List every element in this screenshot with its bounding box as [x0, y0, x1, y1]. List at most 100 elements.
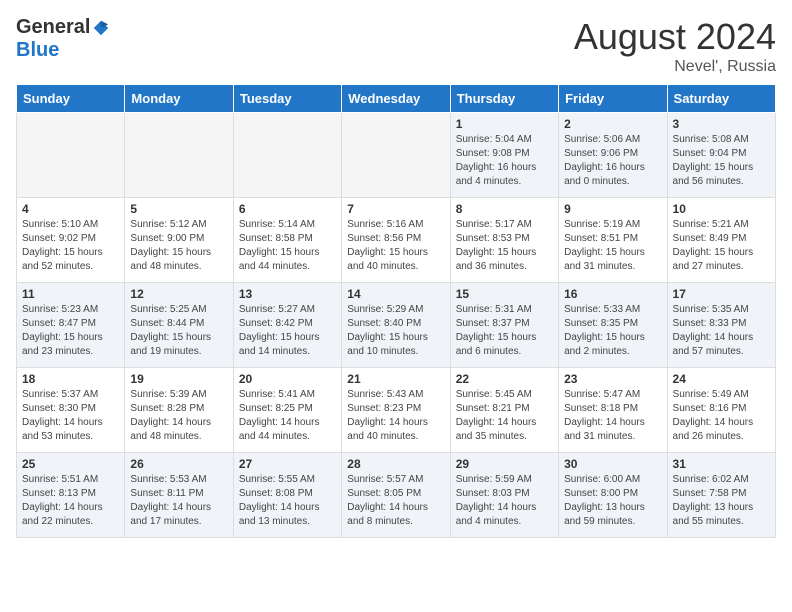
cell-content: Sunrise: 5:59 AM Sunset: 8:03 PM Dayligh… [456, 473, 553, 529]
day-number: 5 [130, 202, 227, 216]
calendar-cell: 1Sunrise: 5:04 AM Sunset: 9:08 PM Daylig… [450, 113, 558, 198]
cell-content: Sunrise: 5:53 AM Sunset: 8:11 PM Dayligh… [130, 473, 227, 529]
weekday-header-monday: Monday [125, 85, 233, 113]
weekday-header-thursday: Thursday [450, 85, 558, 113]
calendar-cell: 2 Sunrise: 5:06 AM Sunset: 9:06 PM Daylig… [559, 113, 667, 198]
calendar-week-row: 25 Sunrise: 5:51 AM Sunset: 8:13 PM Dayli… [17, 453, 776, 538]
month-year-title: August 2024 [574, 16, 776, 58]
calendar-cell: 22 Sunrise: 5:45 AM Sunset: 8:21 PM Dayli… [450, 368, 558, 453]
day-number: 20 [239, 372, 336, 386]
calendar-cell: 15Sunrise: 5:31 AM Sunset: 8:37 PM Dayli… [450, 283, 558, 368]
day-number: 27 [239, 457, 336, 471]
cell-content: Sunrise: 5:55 AM Sunset: 8:08 PM Dayligh… [239, 473, 336, 529]
day-number: 3 [673, 117, 770, 131]
cell-content: Sunrise: 5:57 AM Sunset: 8:05 PM Dayligh… [347, 473, 444, 529]
cell-content: Sunrise: 5:23 AM Sunset: 8:47 PM Dayligh… [22, 303, 119, 359]
day-number: 10 [673, 202, 770, 216]
calendar-cell: 4 Sunrise: 5:10 AM Sunset: 9:02 PM Daylig… [17, 198, 125, 283]
cell-content: Sunrise: 5:49 AM Sunset: 8:16 PM Dayligh… [673, 388, 770, 444]
day-number: 13 [239, 287, 336, 301]
calendar-cell: 5 Sunrise: 5:12 AM Sunset: 9:00 PM Daylig… [125, 198, 233, 283]
cell-content: Sunrise: 5:47 AM Sunset: 8:18 PM Dayligh… [564, 388, 661, 444]
day-number: 30 [564, 457, 661, 471]
day-number: 19 [130, 372, 227, 386]
calendar-week-row: 4 Sunrise: 5:10 AM Sunset: 9:02 PM Daylig… [17, 198, 776, 283]
day-number: 7 [347, 202, 444, 216]
calendar-cell: 12Sunrise: 5:25 AM Sunset: 8:44 PM Dayli… [125, 283, 233, 368]
cell-content: Sunrise: 5:35 AM Sunset: 8:33 PM Dayligh… [673, 303, 770, 359]
calendar-week-row: 11Sunrise: 5:23 AM Sunset: 8:47 PM Dayli… [17, 283, 776, 368]
calendar-week-row: 1Sunrise: 5:04 AM Sunset: 9:08 PM Daylig… [17, 113, 776, 198]
calendar-cell [342, 113, 450, 198]
cell-content: Sunrise: 6:02 AM Sunset: 7:58 PM Dayligh… [673, 473, 770, 529]
cell-content: Sunrise: 5:12 AM Sunset: 9:00 PM Dayligh… [130, 218, 227, 274]
day-number: 6 [239, 202, 336, 216]
day-number: 25 [22, 457, 119, 471]
cell-content: Sunrise: 5:31 AM Sunset: 8:37 PM Dayligh… [456, 303, 553, 359]
weekday-header-row: SundayMondayTuesdayWednesdayThursdayFrid… [17, 85, 776, 113]
calendar-cell [17, 113, 125, 198]
calendar-cell: 14Sunrise: 5:29 AM Sunset: 8:40 PM Dayli… [342, 283, 450, 368]
title-block: August 2024 Nevel', Russia [574, 16, 776, 76]
day-number: 24 [673, 372, 770, 386]
day-number: 21 [347, 372, 444, 386]
cell-content: Sunrise: 5:19 AM Sunset: 8:51 PM Dayligh… [564, 218, 661, 274]
cell-content: Sunrise: 5:17 AM Sunset: 8:53 PM Dayligh… [456, 218, 553, 274]
calendar-cell: 9 Sunrise: 5:19 AM Sunset: 8:51 PM Daylig… [559, 198, 667, 283]
cell-content: Sunrise: 5:37 AM Sunset: 8:30 PM Dayligh… [22, 388, 119, 444]
cell-content: Sunrise: 5:45 AM Sunset: 8:21 PM Dayligh… [456, 388, 553, 444]
calendar-cell: 10Sunrise: 5:21 AM Sunset: 8:49 PM Dayli… [667, 198, 775, 283]
day-number: 17 [673, 287, 770, 301]
calendar-table: SundayMondayTuesdayWednesdayThursdayFrid… [16, 84, 776, 538]
calendar-cell: 7 Sunrise: 5:16 AM Sunset: 8:56 PM Daylig… [342, 198, 450, 283]
logo: General Blue [16, 16, 110, 62]
calendar-cell: 18 Sunrise: 5:37 AM Sunset: 8:30 PM Dayli… [17, 368, 125, 453]
calendar-cell: 26 Sunrise: 5:53 AM Sunset: 8:11 PM Dayli… [125, 453, 233, 538]
day-number: 4 [22, 202, 119, 216]
cell-content: Sunrise: 6:00 AM Sunset: 8:00 PM Dayligh… [564, 473, 661, 529]
cell-content: Sunrise: 5:51 AM Sunset: 8:13 PM Dayligh… [22, 473, 119, 529]
location-subtitle: Nevel', Russia [574, 58, 776, 76]
weekday-header-wednesday: Wednesday [342, 85, 450, 113]
weekday-header-friday: Friday [559, 85, 667, 113]
weekday-header-saturday: Saturday [667, 85, 775, 113]
logo-icon [92, 19, 110, 37]
calendar-cell: 3Sunrise: 5:08 AM Sunset: 9:04 PM Daylig… [667, 113, 775, 198]
calendar-cell: 28 Sunrise: 5:57 AM Sunset: 8:05 PM Dayli… [342, 453, 450, 538]
calendar-cell: 17 Sunrise: 5:35 AM Sunset: 8:33 PM Dayli… [667, 283, 775, 368]
calendar-cell: 25 Sunrise: 5:51 AM Sunset: 8:13 PM Dayli… [17, 453, 125, 538]
calendar-cell: 21 Sunrise: 5:43 AM Sunset: 8:23 PM Dayli… [342, 368, 450, 453]
page-header: General Blue August 2024 Nevel', Russia [16, 16, 776, 76]
day-number: 23 [564, 372, 661, 386]
day-number: 16 [564, 287, 661, 301]
cell-content: Sunrise: 5:16 AM Sunset: 8:56 PM Dayligh… [347, 218, 444, 274]
weekday-header-tuesday: Tuesday [233, 85, 341, 113]
calendar-week-row: 18 Sunrise: 5:37 AM Sunset: 8:30 PM Dayli… [17, 368, 776, 453]
cell-content: Sunrise: 5:14 AM Sunset: 8:58 PM Dayligh… [239, 218, 336, 274]
day-number: 18 [22, 372, 119, 386]
calendar-cell: 31 Sunrise: 6:02 AM Sunset: 7:58 PM Dayli… [667, 453, 775, 538]
calendar-cell: 8 Sunrise: 5:17 AM Sunset: 8:53 PM Daylig… [450, 198, 558, 283]
day-number: 26 [130, 457, 227, 471]
calendar-cell: 23 Sunrise: 5:47 AM Sunset: 8:18 PM Dayli… [559, 368, 667, 453]
cell-content: Sunrise: 5:33 AM Sunset: 8:35 PM Dayligh… [564, 303, 661, 359]
day-number: 9 [564, 202, 661, 216]
calendar-cell: 6 Sunrise: 5:14 AM Sunset: 8:58 PM Daylig… [233, 198, 341, 283]
cell-content: Sunrise: 5:10 AM Sunset: 9:02 PM Dayligh… [22, 218, 119, 274]
logo-general-text: General [16, 16, 90, 39]
calendar-cell: 30 Sunrise: 6:00 AM Sunset: 8:00 PM Dayli… [559, 453, 667, 538]
calendar-cell: 29 Sunrise: 5:59 AM Sunset: 8:03 PM Dayli… [450, 453, 558, 538]
day-number: 28 [347, 457, 444, 471]
day-number: 31 [673, 457, 770, 471]
day-number: 29 [456, 457, 553, 471]
cell-content: Sunrise: 5:43 AM Sunset: 8:23 PM Dayligh… [347, 388, 444, 444]
calendar-cell: 11Sunrise: 5:23 AM Sunset: 8:47 PM Dayli… [17, 283, 125, 368]
calendar-cell: 27 Sunrise: 5:55 AM Sunset: 8:08 PM Dayli… [233, 453, 341, 538]
day-number: 1 [456, 117, 553, 131]
calendar-cell: 13Sunrise: 5:27 AM Sunset: 8:42 PM Dayli… [233, 283, 341, 368]
day-number: 22 [456, 372, 553, 386]
cell-content: Sunrise: 5:06 AM Sunset: 9:06 PM Dayligh… [564, 133, 661, 189]
day-number: 2 [564, 117, 661, 131]
day-number: 8 [456, 202, 553, 216]
cell-content: Sunrise: 5:39 AM Sunset: 8:28 PM Dayligh… [130, 388, 227, 444]
